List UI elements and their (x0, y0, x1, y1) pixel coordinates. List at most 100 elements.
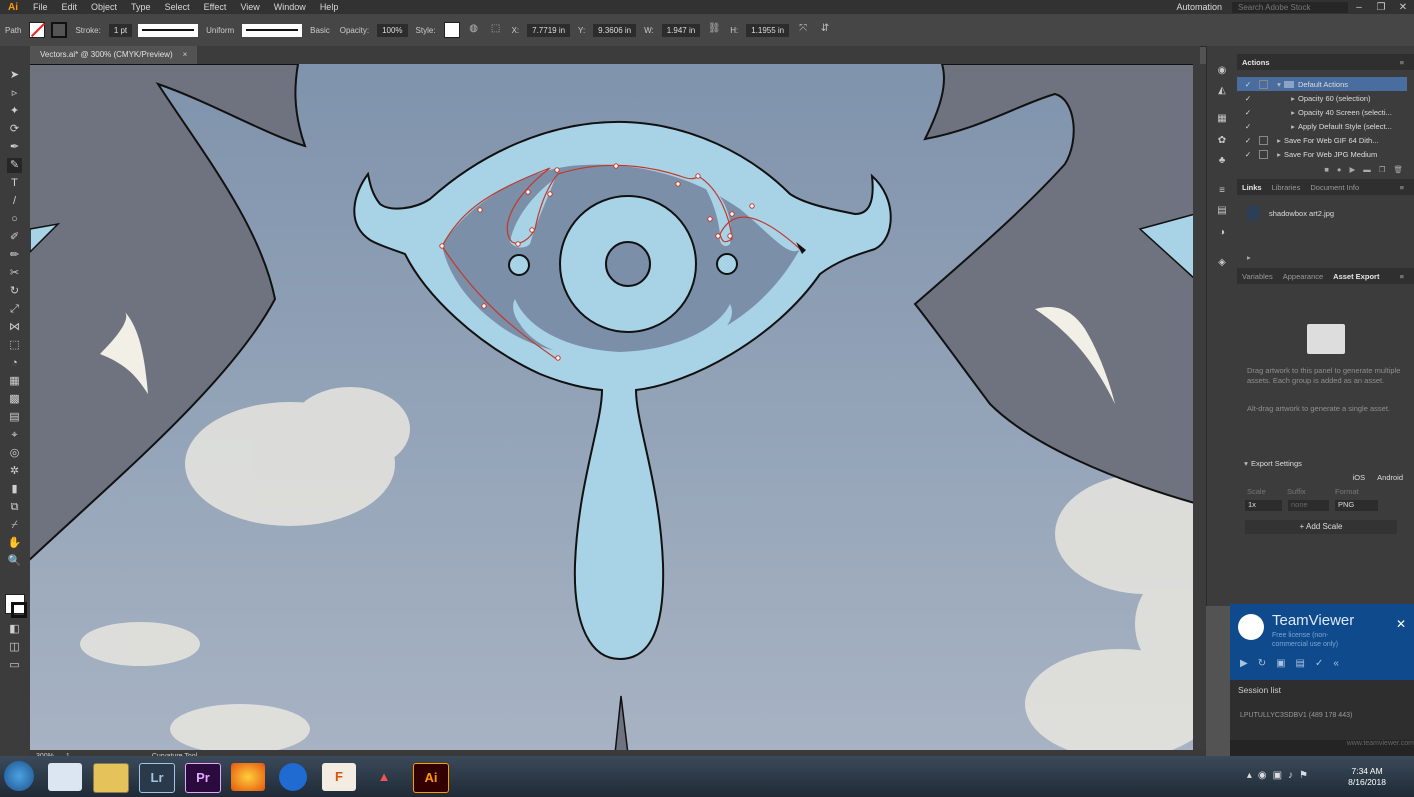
premiere-icon[interactable]: Pr (185, 763, 221, 793)
file-explorer-icon[interactable] (93, 763, 129, 793)
opacity-field[interactable]: 100% (377, 23, 408, 37)
color-panel-icon[interactable]: ◉ (1215, 64, 1229, 78)
free-transform-tool-icon[interactable]: ⬚ (7, 338, 22, 353)
action-row[interactable]: ✓ ▸ Opacity 60 (selection) (1237, 91, 1407, 105)
format-select[interactable]: PNG (1335, 499, 1378, 511)
document-tab[interactable]: Vectors.ai* @ 300% (CMYK/Preview) × (30, 46, 198, 64)
draw-mode-icon[interactable]: ◫ (7, 640, 22, 655)
transform-icon[interactable]: ⤧ (796, 23, 810, 37)
export-menu-icon[interactable]: ≡ (1395, 272, 1409, 281)
lasso-tool-icon[interactable]: ⟳ (7, 122, 22, 137)
illustrator-icon[interactable]: Ai (413, 763, 449, 793)
hand-tool-icon[interactable]: ✋ (7, 536, 22, 551)
artboard-canvas[interactable] (30, 64, 1193, 750)
selection-tool-icon[interactable]: ➤ (7, 68, 22, 83)
blend-tool-icon[interactable]: ◎ (7, 446, 22, 461)
toggle-dialog-icon[interactable] (1259, 149, 1268, 159)
trash-icon[interactable]: 🗑 (1389, 165, 1407, 174)
type-tool-icon[interactable]: T (7, 176, 22, 191)
symbol-sprayer-tool-icon[interactable]: ✲ (7, 464, 22, 479)
stroke-label[interactable]: Stroke: (70, 26, 105, 35)
teamviewer-url[interactable]: www.teamviewer.com (1347, 740, 1414, 747)
variable-width-profile[interactable] (138, 23, 199, 37)
vertical-scrollbar[interactable] (1193, 64, 1206, 750)
android-preset[interactable]: Android (1373, 473, 1407, 482)
align-icon[interactable]: ⬚ (489, 23, 503, 37)
ios-preset[interactable]: iOS (1345, 473, 1374, 482)
fontforge-icon[interactable]: F (322, 763, 356, 791)
workspace-switcher[interactable]: Automation (1166, 2, 1232, 12)
arrange-icon[interactable]: ⇵ (818, 23, 832, 37)
tab-actions[interactable]: Actions (1237, 58, 1275, 67)
pencil-tool-icon[interactable]: ✏ (7, 248, 22, 263)
eyedropper-tool-icon[interactable]: ⌖ (7, 428, 22, 443)
expand-icon[interactable]: ▸ (1288, 122, 1298, 131)
y-field[interactable]: 9.3606 in (593, 23, 637, 37)
pencil-app-icon[interactable]: ▲ (367, 763, 401, 791)
tab-asset-export[interactable]: Asset Export (1328, 272, 1384, 281)
link-row[interactable]: shadowbox art2.jpg (1237, 206, 1407, 220)
zoom-tool-icon[interactable]: 🔍 (7, 554, 22, 569)
screen-mode-icon[interactable]: ▭ (7, 658, 22, 673)
start-button-icon[interactable] (4, 761, 34, 791)
opacity-label[interactable]: Opacity: (335, 26, 374, 35)
menu-edit[interactable]: Edit (55, 2, 85, 12)
action-row[interactable]: ✓ ▸ Opacity 40 Screen (selecti... (1237, 105, 1407, 119)
artboard-tool-icon[interactable]: ⧉ (7, 500, 22, 515)
action-set-row[interactable]: ✓ ▾ Default Actions (1237, 77, 1407, 91)
explorer-libraries-icon[interactable] (48, 763, 82, 791)
layers-icon[interactable]: ◈ (1215, 256, 1229, 270)
magic-wand-tool-icon[interactable]: ✦ (7, 104, 22, 119)
scissors-tool-icon[interactable]: ✂ (7, 266, 22, 281)
record-icon[interactable]: ● (1333, 165, 1346, 174)
tab-links[interactable]: Links (1237, 183, 1267, 192)
session-item[interactable]: LPUTULLYC3SDBV1 (489 178 443) (1240, 712, 1352, 719)
menu-file[interactable]: File (26, 2, 55, 12)
fill-swatch[interactable] (29, 22, 46, 38)
menu-window[interactable]: Window (267, 2, 313, 12)
play-icon[interactable]: ▶ (1345, 165, 1359, 174)
tab-libraries[interactable]: Libraries (1267, 183, 1306, 192)
gradient-tool-icon[interactable]: ▤ (7, 410, 22, 425)
direct-selection-tool-icon[interactable]: ▹ (7, 86, 22, 101)
expand-icon[interactable]: ▾ (1274, 80, 1284, 89)
shape-builder-tool-icon[interactable]: ◔ (7, 356, 22, 371)
pen-tool-icon[interactable]: ✒ (7, 140, 22, 155)
links-menu-icon[interactable]: ≡ (1395, 183, 1409, 192)
new-action-icon[interactable]: ❐ (1375, 165, 1390, 174)
stroke-panel-icon[interactable]: ≡ (1215, 184, 1229, 198)
expand-icon[interactable]: ▸ (1288, 94, 1298, 103)
menu-view[interactable]: View (233, 2, 266, 12)
checkmark-icon[interactable]: ✓ (1243, 122, 1253, 131)
stop-icon[interactable]: ■ (1320, 165, 1333, 174)
stroke-swatch[interactable] (51, 22, 68, 38)
new-set-icon[interactable]: ▬ (1359, 165, 1375, 174)
export-settings-row[interactable]: ▾ Export Settings (1237, 456, 1407, 470)
tab-variables[interactable]: Variables (1237, 272, 1278, 281)
actions-menu-icon[interactable]: ≡ (1395, 58, 1409, 67)
collapse-icon[interactable]: ▾ (1241, 459, 1251, 468)
checkmark-icon[interactable]: ✓ (1243, 80, 1253, 89)
brushes-icon[interactable]: ✿ (1215, 134, 1229, 148)
toggle-dialog-icon[interactable] (1259, 135, 1268, 145)
line-tool-icon[interactable]: / (7, 194, 22, 209)
menu-object[interactable]: Object (84, 2, 124, 12)
close-icon[interactable]: ✕ (1392, 2, 1414, 13)
gradient-panel-icon[interactable]: ▤ (1215, 204, 1229, 218)
teamviewer-actions-icons[interactable]: ▶↻▣▤✓« (1240, 658, 1349, 669)
tab-appearance[interactable]: Appearance (1278, 272, 1328, 281)
suffix-input[interactable]: none (1288, 499, 1329, 511)
session-list-header[interactable]: Session list (1238, 685, 1281, 695)
show-details-icon[interactable]: ▸ (1237, 253, 1261, 262)
action-row[interactable]: ✓ ▸ Save For Web GIF 64 Dith... (1237, 133, 1407, 147)
color-guide-icon[interactable]: ◭ (1215, 84, 1229, 98)
link-proportions-icon[interactable]: ⛓ (707, 23, 721, 37)
action-row[interactable]: ✓ ▸ Save For Web JPG Medium (1237, 147, 1407, 161)
expand-icon[interactable]: ▸ (1274, 136, 1284, 145)
paintbrush-tool-icon[interactable]: ✐ (7, 230, 22, 245)
stroke-color-icon[interactable] (11, 602, 27, 618)
checkmark-icon[interactable]: ✓ (1243, 150, 1253, 159)
system-clock[interactable]: 7:34 AM 8/16/2018 (1348, 766, 1386, 788)
teamviewer-close-icon[interactable]: ✕ (1396, 617, 1406, 631)
height-field[interactable]: 1.1955 in (746, 23, 790, 37)
